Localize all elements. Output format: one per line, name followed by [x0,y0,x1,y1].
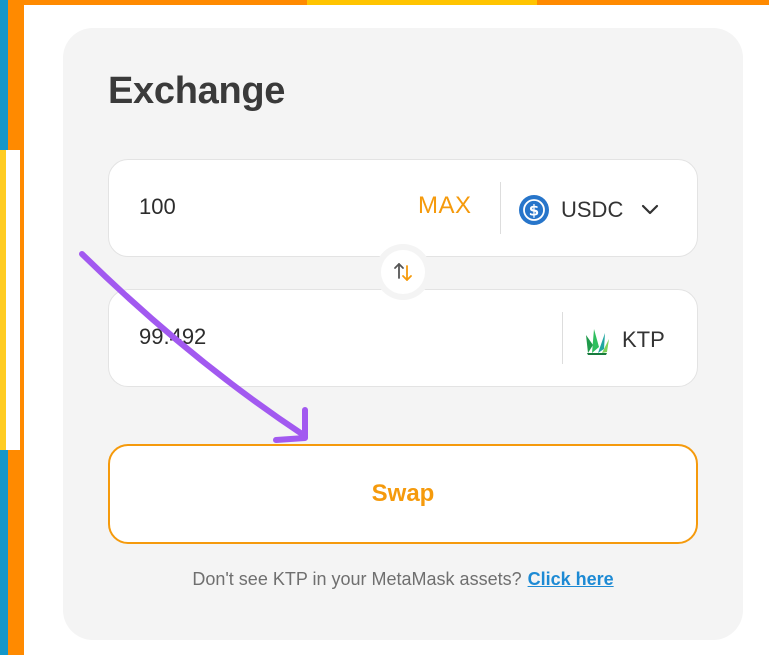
swap-direction-toggle[interactable] [375,244,431,300]
from-token-label: USDC [561,197,624,222]
to-amount-output[interactable]: 99.492 [139,324,206,350]
swap-direction-button[interactable] [381,250,425,294]
svg-text:$: $ [529,202,539,220]
left-accent-bar-white [6,150,20,450]
chevron-down-icon [642,204,659,215]
hint-text: Don't see KTP in your MetaMask assets? [192,569,522,589]
swap-arrows-icon [394,263,412,281]
swap-button[interactable]: Swap [108,444,698,544]
field-divider [500,182,501,234]
click-here-link[interactable]: Click here [528,569,614,589]
ktp-leaf-icon [586,329,609,355]
usdc-icon: $ [519,195,549,225]
page-title: Exchange [108,70,286,112]
metamask-hint: Don't see KTP in your MetaMask assets? Cl… [0,569,769,590]
from-amount-input[interactable]: 100 [139,194,176,220]
to-token: KTP [584,320,665,360]
max-button[interactable]: MAX [418,192,472,220]
from-token-select[interactable]: $ USDC [519,190,659,230]
to-amount-field[interactable]: 99.492 KTP [108,289,698,387]
from-amount-field[interactable]: 100 MAX $ USDC [108,159,698,257]
top-accent-stripe-yellow [307,0,537,5]
to-token-label: KTP [622,327,665,352]
field-divider [562,312,563,364]
